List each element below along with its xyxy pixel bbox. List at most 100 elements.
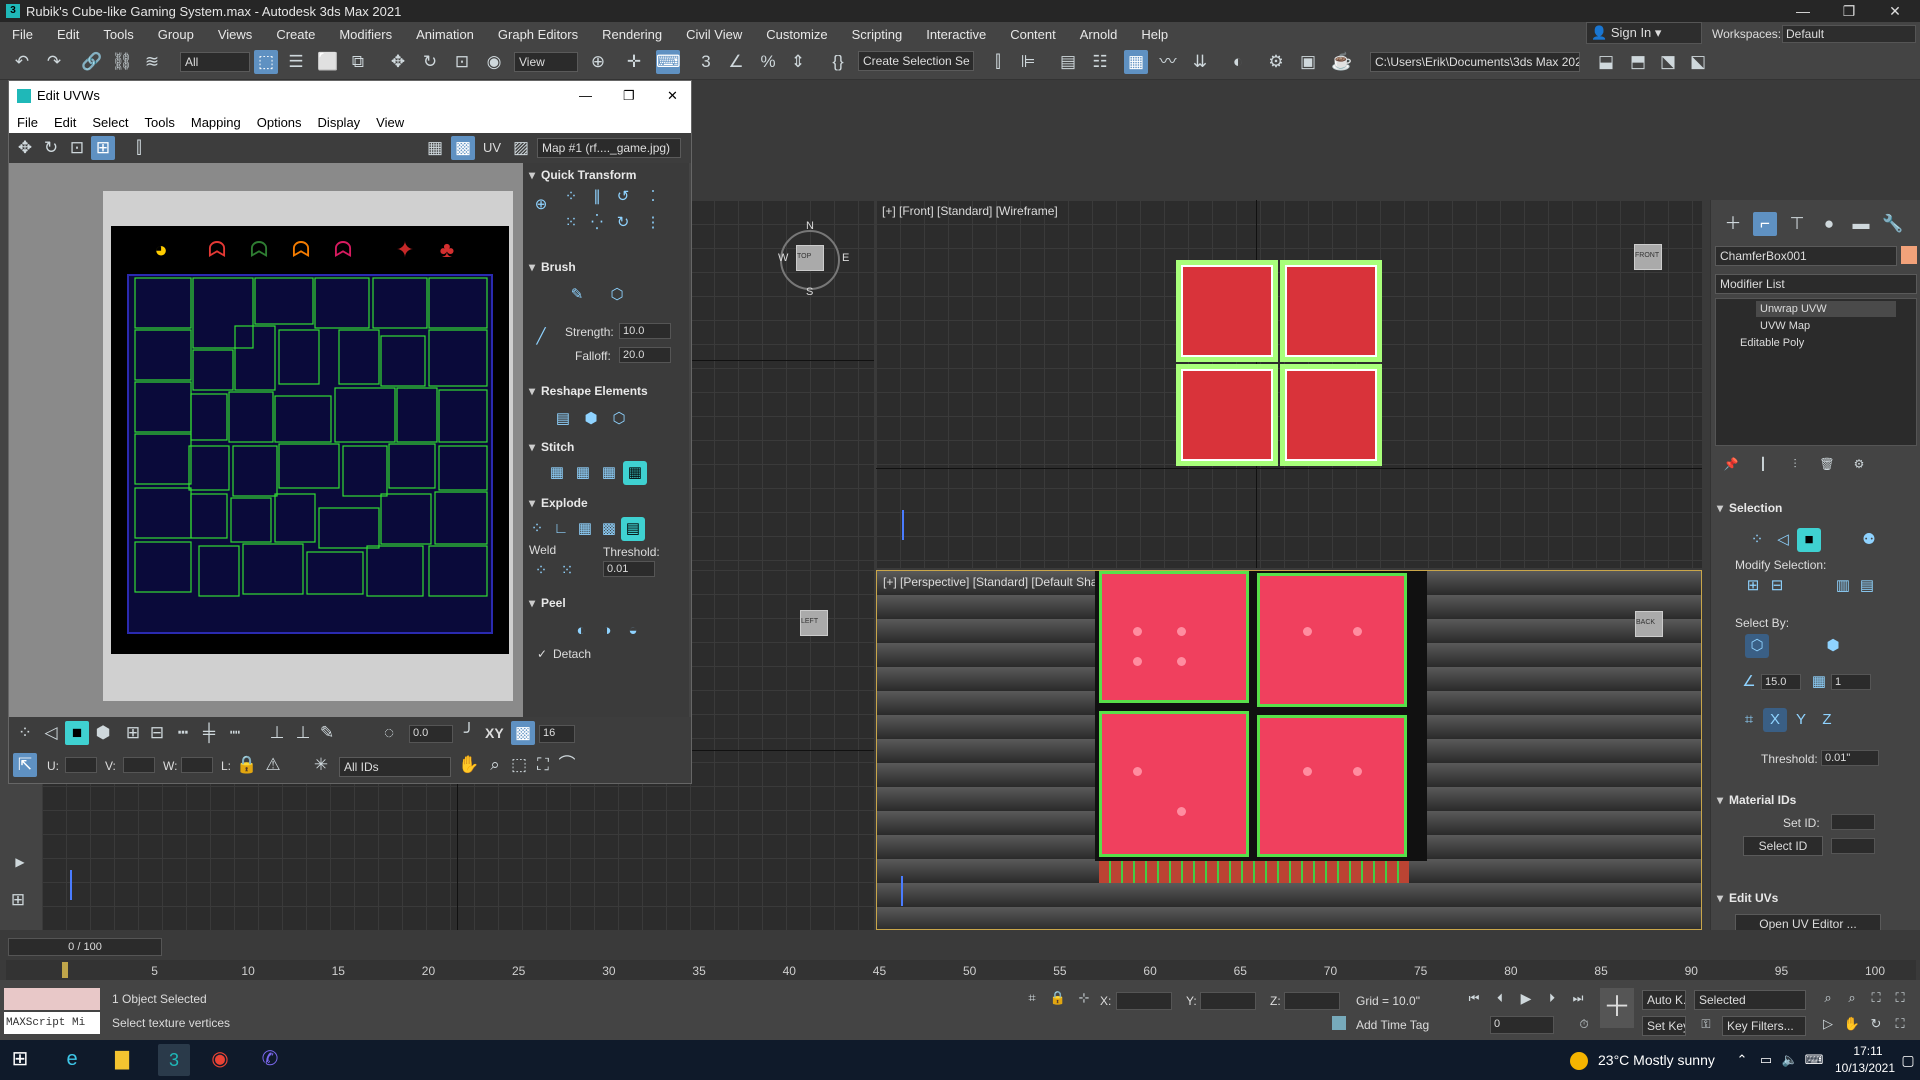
freeform-curve-icon[interactable]: ╯ (457, 721, 481, 745)
project-path-dropdown[interactable]: C:\Users\Erik\Documents\3ds Max 2021 (1370, 52, 1580, 72)
set-pivot-icon[interactable]: ⊕ (529, 193, 553, 217)
select-id-field[interactable] (1831, 838, 1875, 854)
polygon-mode-icon[interactable]: ■ (1797, 528, 1821, 552)
stitch-average-icon[interactable]: ▦ (597, 461, 621, 485)
zoom-extents-all-icon[interactable]: ⛶ (1864, 986, 1888, 1010)
uv-close-button[interactable]: ✕ (667, 81, 678, 111)
break-icon[interactable]: ⁘ (525, 517, 549, 541)
keyboard-shortcut-override-icon[interactable]: ⌨ (656, 50, 681, 74)
select-by-element-icon[interactable]: ⬡ (1745, 634, 1769, 658)
set-key-big-icon[interactable]: ＋ (1600, 988, 1634, 1028)
quick-transform-rollout[interactable]: Quick Transform (527, 165, 683, 185)
expand-viewport-icon[interactable]: ▶ (8, 850, 32, 874)
polygon-select-icon[interactable]: ■ (65, 721, 89, 745)
point-to-point-seam-icon[interactable]: ⊥ (265, 721, 289, 745)
pan-view-icon[interactable]: ✋ (1840, 1012, 1864, 1036)
key-selected-dropdown[interactable]: Selected (1694, 990, 1806, 1010)
reshape-elements-rollout[interactable]: Reshape Elements (527, 381, 683, 401)
x-axis-icon[interactable]: X (1763, 708, 1787, 732)
y-axis-icon[interactable]: Y (1789, 708, 1813, 732)
select-object-icon[interactable]: ⬚ (254, 50, 278, 74)
zoom-all-icon[interactable]: ⌕ (1840, 986, 1864, 1010)
remove-modifier-icon[interactable]: 🗑 (1815, 452, 1839, 476)
select-move-icon[interactable]: ✥ (386, 50, 410, 74)
display-tab-icon[interactable]: ▬ (1849, 212, 1873, 236)
uv-move-icon[interactable]: ✥ (13, 136, 37, 160)
flatten-by-polygon-icon[interactable]: ▦ (573, 517, 597, 541)
utilities-tab-icon[interactable]: 🔧 (1881, 212, 1905, 236)
w-field[interactable] (181, 757, 213, 773)
uv-rotate-icon[interactable]: ↻ (39, 136, 63, 160)
menu-content[interactable]: Content (998, 27, 1068, 42)
goto-end-icon[interactable]: ⏭ (1566, 986, 1590, 1010)
rotation-angle-field[interactable]: 0.0 (409, 725, 453, 743)
weld-threshold-value[interactable]: 0.01 (603, 561, 655, 577)
vertex-mode-icon[interactable]: ⁘ (1745, 528, 1769, 552)
make-unique-icon[interactable]: ⫶ (1783, 452, 1807, 476)
selection-filter-dropdown[interactable]: All (180, 52, 250, 72)
play-icon[interactable]: ▶ (1514, 986, 1538, 1010)
show-map-icon[interactable]: ▦ (423, 136, 447, 160)
viewcube[interactable]: TOP (796, 245, 824, 271)
element-select-icon[interactable]: ⬢ (91, 721, 115, 745)
rectangular-region-icon[interactable]: ⬜ (316, 50, 340, 74)
vertex-select-icon[interactable]: ⁘ (13, 721, 37, 745)
menu-modifiers[interactable]: Modifiers (327, 27, 404, 42)
edit-named-selection-icon[interactable]: {} (826, 50, 850, 74)
select-scale-icon[interactable]: ⊡ (450, 50, 474, 74)
ribbon-icon[interactable]: ▦ (1124, 50, 1148, 74)
selection-rollout[interactable]: Selection (1715, 498, 1871, 518)
map-dropdown[interactable]: Map #1 (rf...._game.jpg) (537, 138, 681, 158)
menu-customize[interactable]: Customize (754, 27, 839, 42)
project-folder-icon[interactable]: ⬓ (1594, 50, 1618, 74)
edge-browser-icon[interactable]: e (60, 1047, 84, 1071)
absolute-mode-icon[interactable]: ⇱ (13, 753, 37, 777)
explode-rollout[interactable]: Explode (527, 493, 683, 513)
key-mode-icon[interactable]: ⚿ (1694, 1012, 1718, 1036)
bind-space-warp-icon[interactable]: ≋ (140, 50, 164, 74)
v-field[interactable] (123, 757, 155, 773)
uv-menu-display[interactable]: Display (310, 115, 369, 130)
uv-canvas[interactable]: ◕ ᗣ ᗣ ᗣ ᗣ ✦ ♣ (103, 191, 513, 701)
rotate-90-icon[interactable]: ↺ (611, 185, 635, 209)
material-ids-rollout[interactable]: Material IDs (1715, 790, 1871, 810)
undo-icon[interactable]: ↶ (10, 50, 34, 74)
grow-icon[interactable]: ⊞ (121, 721, 145, 745)
stack-item-unwrap-uvw[interactable]: Unwrap UVW (1756, 301, 1896, 317)
angle-value[interactable]: 15.0 (1761, 674, 1801, 690)
menu-animation[interactable]: Animation (404, 27, 486, 42)
ring-selection-icon[interactable]: ▤ (1855, 574, 1879, 598)
paint-pin-icon[interactable]: ⬡ (605, 283, 629, 307)
spinner-snap-icon[interactable]: ⇕ (786, 50, 810, 74)
viewcube[interactable]: FRONT (1634, 244, 1662, 270)
time-configuration-icon[interactable]: ⏱ (1572, 1012, 1596, 1036)
next-frame-icon[interactable]: ⏵ (1540, 986, 1564, 1010)
strength-value[interactable]: 10.0 (619, 323, 671, 339)
orbit-icon[interactable]: ↻ (1864, 1012, 1888, 1036)
uv-menu-tools[interactable]: Tools (137, 115, 183, 130)
loop-selection-icon[interactable]: ▥ (1831, 574, 1855, 598)
peel-mode-icon[interactable]: ◑ (595, 619, 619, 643)
stack-item-uvw-map[interactable]: UVW Map (1756, 318, 1896, 334)
align-horizontal-icon[interactable]: ⁘ (559, 185, 583, 209)
zoom-extents-icon[interactable]: ⛶ (531, 753, 555, 777)
clock-time[interactable]: 17:11 (1838, 1044, 1898, 1058)
flatten-by-smoothing-icon[interactable]: ▩ (597, 517, 621, 541)
selection-lock-icon[interactable]: 🔒 (1046, 986, 1070, 1010)
tray-arrow-icon[interactable]: ⌃ (1730, 1048, 1754, 1072)
element-mode-icon[interactable]: ⚉ (1857, 528, 1881, 552)
uv-menu-options[interactable]: Options (249, 115, 310, 130)
show-grid-icon[interactable]: ▩ (451, 136, 475, 160)
absolute-transform-icon[interactable]: ⊹ (1072, 986, 1096, 1010)
scene-explorer-icon[interactable]: ▤ (1056, 50, 1080, 74)
3dsmax-taskbar-icon[interactable]: 3 (158, 1044, 190, 1076)
relax-icon[interactable]: ⬢ (579, 407, 603, 431)
uv-scale-icon[interactable]: ⊡ (65, 136, 89, 160)
edge-mode-icon[interactable]: ◁ (1771, 528, 1795, 552)
uv-menu-edit[interactable]: Edit (46, 115, 84, 130)
sign-in-dropdown[interactable]: 👤 Sign In ▾ (1586, 22, 1702, 44)
set-key-button[interactable]: Set Key (1642, 1016, 1686, 1036)
layer-explorer-icon[interactable]: ☷ (1088, 50, 1112, 74)
menu-create[interactable]: Create (264, 27, 327, 42)
schematic-view-icon[interactable]: ⇊ (1188, 50, 1212, 74)
